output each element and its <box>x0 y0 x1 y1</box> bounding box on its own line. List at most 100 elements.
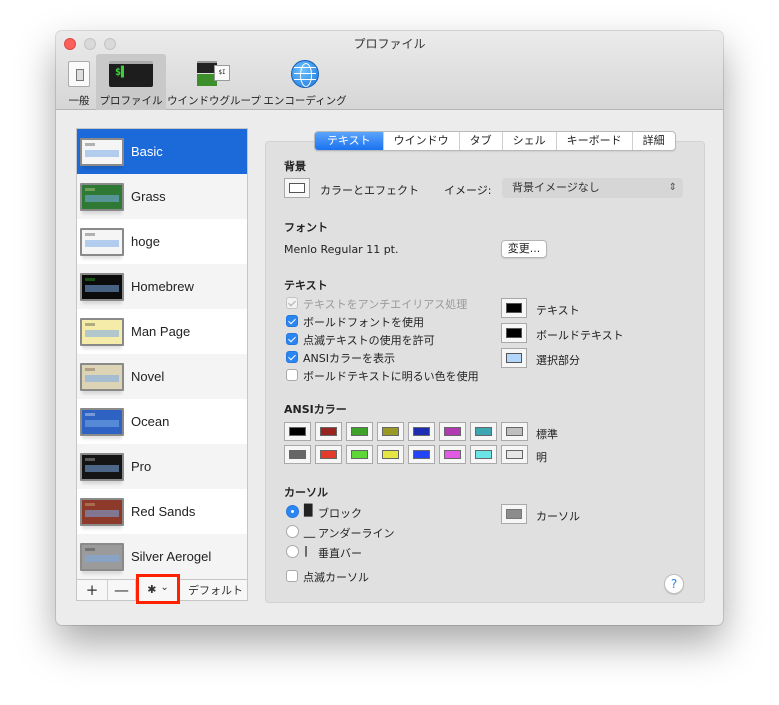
ansi-bright-color-well[interactable] <box>377 445 404 464</box>
blink-cursor-checkbox[interactable] <box>286 570 298 582</box>
ansi-normal-color-well[interactable] <box>377 422 404 441</box>
profile-list-item[interactable]: Man Page <box>77 309 247 354</box>
profile-name: Man Page <box>131 324 191 339</box>
profile-thumbnail <box>80 137 124 166</box>
text-section-title: テキスト <box>284 279 328 292</box>
tab-1[interactable]: ウインドウ <box>384 132 460 150</box>
profile-list[interactable]: Basic Grass hoge Homebrew Man Page Novel Ocean… <box>76 128 248 601</box>
font-section-title: フォント <box>284 221 328 234</box>
background-image-popup[interactable]: 背景イメージなし ⇕ <box>502 178 683 198</box>
ansi-normal-color-well[interactable] <box>439 422 466 441</box>
cursor-style-label: ブロック <box>318 507 362 520</box>
ansi-normal-color-well[interactable] <box>315 422 342 441</box>
profile-list-item[interactable]: Novel <box>77 354 247 399</box>
set-default-button[interactable]: デフォルト <box>180 580 243 600</box>
profile-thumbnail <box>80 272 124 301</box>
text-color-well[interactable] <box>501 348 527 368</box>
toolbar-item-general[interactable]: 一般 <box>62 54 96 110</box>
ansi-normal-color-well[interactable] <box>284 422 311 441</box>
background-color-swatch <box>289 183 305 193</box>
background-image-value: 背景イメージなし <box>512 181 600 194</box>
background-color-well[interactable] <box>284 178 310 198</box>
ansi-bright-color-well[interactable] <box>470 445 497 464</box>
cursor-color-label: カーソル <box>536 510 580 523</box>
profile-list-item[interactable]: Silver Aerogel <box>77 534 247 579</box>
ansi-bright-color-well[interactable] <box>501 445 528 464</box>
toolbar-item-encodings[interactable]: エンコーディング <box>262 54 348 110</box>
profile-thumbnail <box>80 362 124 391</box>
cursor-color-swatch <box>506 509 522 519</box>
profile-list-item[interactable]: Pro <box>77 444 247 489</box>
profile-list-item[interactable]: Ocean <box>77 399 247 444</box>
ansi-normal-color-well[interactable] <box>408 422 435 441</box>
profile-list-item[interactable]: Red Sands <box>77 489 247 534</box>
tab-5[interactable]: 詳細 <box>633 132 675 150</box>
profile-list-item[interactable]: Homebrew <box>77 264 247 309</box>
ansi-color-swatch <box>475 427 492 436</box>
profile-list-item[interactable]: hoge <box>77 219 247 264</box>
ansi-bright-color-well[interactable] <box>315 445 342 464</box>
ansi-bright-color-well[interactable] <box>346 445 373 464</box>
ansi-normal-color-well[interactable] <box>346 422 373 441</box>
profile-name: Silver Aerogel <box>131 549 212 564</box>
help-button[interactable]: ? <box>664 574 684 594</box>
ansi-color-swatch <box>289 450 306 459</box>
ansi-color-swatch <box>444 427 461 436</box>
toolbar-label: 一般 <box>68 95 90 107</box>
cursor-style-radio[interactable] <box>286 545 299 558</box>
cursor-style-radio[interactable] <box>286 525 299 538</box>
text-option-label: テキストをアンチエイリアス処理 <box>303 298 468 311</box>
gear-icon: ✱ <box>147 582 157 596</box>
cursor-color-well[interactable] <box>501 504 527 524</box>
preferences-window: プロファイル 一般 $▌ プロファイル $I ウインドウグループ エンコーディン… <box>56 31 723 625</box>
remove-profile-button[interactable]: — <box>108 580 136 600</box>
toolbar-label: ウインドウグループ <box>167 95 261 107</box>
tab-2[interactable]: タブ <box>460 132 503 150</box>
cursor-style-label: アンダーライン <box>318 527 395 540</box>
tab-4[interactable]: キーボード <box>557 132 633 150</box>
tab-0[interactable]: テキスト <box>315 132 384 150</box>
font-value: Menlo Regular 11 pt. <box>284 243 399 256</box>
general-switch-icon <box>62 59 96 89</box>
text-option-checkbox[interactable] <box>286 333 298 345</box>
toolbar-item-window-groups[interactable]: $I ウインドウグループ <box>166 54 262 110</box>
ansi-bright-color-well[interactable] <box>439 445 466 464</box>
add-profile-button[interactable]: + <box>77 580 108 600</box>
profile-list-item[interactable]: Grass <box>77 174 247 219</box>
cursor-section-title: カーソル <box>284 486 328 499</box>
text-option-checkbox[interactable] <box>286 351 298 363</box>
text-color-swatch <box>506 353 522 363</box>
tab-3[interactable]: シェル <box>503 132 557 150</box>
ansi-color-swatch <box>289 427 306 436</box>
text-color-swatch <box>506 328 522 338</box>
profile-name: hoge <box>131 234 160 249</box>
text-color-well[interactable] <box>501 323 527 343</box>
profile-thumbnail <box>80 497 124 526</box>
text-option-checkbox[interactable] <box>286 315 298 327</box>
ansi-bright-color-well[interactable] <box>408 445 435 464</box>
popup-arrows-icon: ⇕ <box>668 182 677 193</box>
cursor-style-glyph-icon: █ <box>304 504 313 517</box>
profile-name: Ocean <box>131 414 170 429</box>
ansi-color-swatch <box>382 450 399 459</box>
text-color-label: ボールドテキスト <box>536 329 624 342</box>
ansi-normal-color-well[interactable] <box>501 422 528 441</box>
toolbar-item-profiles[interactable]: $▌ プロファイル <box>96 54 166 110</box>
profile-list-item[interactable]: Basic <box>77 129 247 174</box>
chevron-down-icon: ⌄ <box>160 581 169 593</box>
text-color-well[interactable] <box>501 298 527 318</box>
change-font-button[interactable]: 変更... <box>501 240 547 258</box>
cursor-style-radio[interactable] <box>286 505 299 518</box>
background-section-title: 背景 <box>284 160 306 173</box>
ansi-bright-color-well[interactable] <box>284 445 311 464</box>
ansi-normal-color-well[interactable] <box>470 422 497 441</box>
text-option-label: ボールドフォントを使用 <box>303 316 424 329</box>
text-color-label: テキスト <box>536 304 580 317</box>
ansi-color-swatch <box>475 450 492 459</box>
ansi-color-swatch <box>320 427 337 436</box>
text-option-checkbox[interactable] <box>286 369 298 381</box>
profile-name: Pro <box>131 459 152 474</box>
text-option-label: ボールドテキストに明るい色を使用 <box>303 370 479 383</box>
profile-actions-menu-button[interactable]: ✱ ⌄ <box>136 574 180 604</box>
ansi-normal-label: 標準 <box>536 428 558 441</box>
